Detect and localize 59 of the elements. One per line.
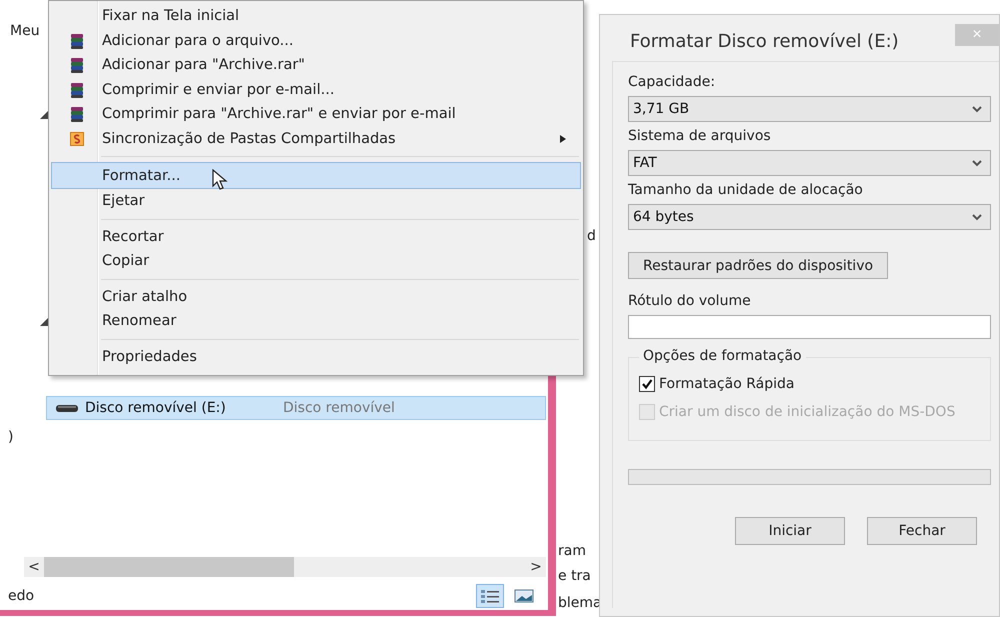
field-label: Capacidade: xyxy=(628,74,716,90)
restore-defaults-button[interactable]: Restaurar padrões do dispositivo xyxy=(628,252,888,279)
menu-item[interactable]: Propriedades xyxy=(51,344,581,369)
horizontal-scrollbar[interactable]: < > xyxy=(24,557,546,577)
dialog-button[interactable]: Fechar xyxy=(867,517,977,545)
volume-label-field[interactable] xyxy=(628,315,991,339)
books-stack-icon xyxy=(69,106,85,122)
menu-item[interactable]: Sincronização de Pastas Compartilhadas xyxy=(51,126,581,151)
scroll-right-button[interactable]: > xyxy=(526,557,546,577)
books-stack-icon xyxy=(69,82,85,98)
dropdown[interactable]: 64 bytes xyxy=(628,204,991,230)
mouse-pointer-icon xyxy=(212,169,228,191)
menu-item[interactable]: Adicionar para "Archive.rar" xyxy=(51,53,581,78)
text-fragment: Meu xyxy=(10,23,40,39)
books-stack-icon xyxy=(69,32,85,49)
submenu-arrow-icon xyxy=(560,134,566,143)
chevron-down-icon xyxy=(972,160,982,166)
checkmark-icon xyxy=(641,378,653,390)
checkbox-label: Criar um disco de inicialização do MS-DOS xyxy=(659,404,956,420)
text-fragment: ) xyxy=(8,429,14,445)
expand-arrow-icon xyxy=(40,318,48,326)
checkbox[interactable] xyxy=(639,376,655,392)
drive-row[interactable]: Disco removível (E:) Disco removível xyxy=(46,396,546,420)
sync-icon xyxy=(70,132,84,146)
books-stack-icon xyxy=(69,57,85,74)
expand-arrow-icon xyxy=(40,111,48,119)
menu-item[interactable]: Adicionar para o arquivo... xyxy=(51,28,581,53)
menu-item[interactable]: Comprimir para "Archive.rar" e enviar por e-mail xyxy=(51,102,581,126)
details-view-icon xyxy=(480,588,500,604)
picture-view-icon xyxy=(514,588,534,604)
field-label: Tamanho da unidade de alocação xyxy=(628,182,864,198)
text-fragment: d xyxy=(587,228,596,244)
menu-item[interactable]: Copiar xyxy=(51,249,581,274)
dialog-title: Formatar Disco removível (E:) xyxy=(630,31,899,52)
chevron-down-icon xyxy=(972,106,982,112)
field-label: Rótulo do volume xyxy=(628,293,752,309)
scroll-thumb[interactable] xyxy=(44,557,294,577)
menu-item[interactable]: Ejetar xyxy=(51,189,581,214)
dialog-button[interactable]: Iniciar xyxy=(735,517,845,545)
text-fragment: e tra xyxy=(558,568,591,584)
view-button[interactable] xyxy=(476,584,504,608)
checkbox-label: Formatação Rápida xyxy=(659,376,794,392)
menu-item[interactable]: Comprimir e enviar por e-mail... xyxy=(51,78,581,102)
menu-item[interactable]: Renomear xyxy=(51,309,581,334)
chevron-down-icon xyxy=(972,214,982,220)
status-text: edo xyxy=(8,588,34,604)
scroll-left-button[interactable]: < xyxy=(24,557,44,577)
dropdown[interactable]: FAT xyxy=(628,150,991,176)
menu-item[interactable]: Formatar... xyxy=(51,162,581,189)
drive-type: Disco removível xyxy=(283,400,395,416)
dropdown[interactable]: 3,71 GB xyxy=(628,96,991,122)
field-label: Sistema de arquivos xyxy=(628,128,772,144)
drive-name: Disco removível (E:) xyxy=(85,400,227,416)
menu-item[interactable]: Recortar xyxy=(51,224,581,249)
group-title: Opções de formatação xyxy=(639,348,806,364)
menu-item[interactable]: Criar atalho xyxy=(51,284,581,309)
drive-icon xyxy=(55,403,79,413)
menu-item[interactable]: Fixar na Tela inicial xyxy=(51,4,581,28)
text-fragment: ram xyxy=(558,543,586,559)
